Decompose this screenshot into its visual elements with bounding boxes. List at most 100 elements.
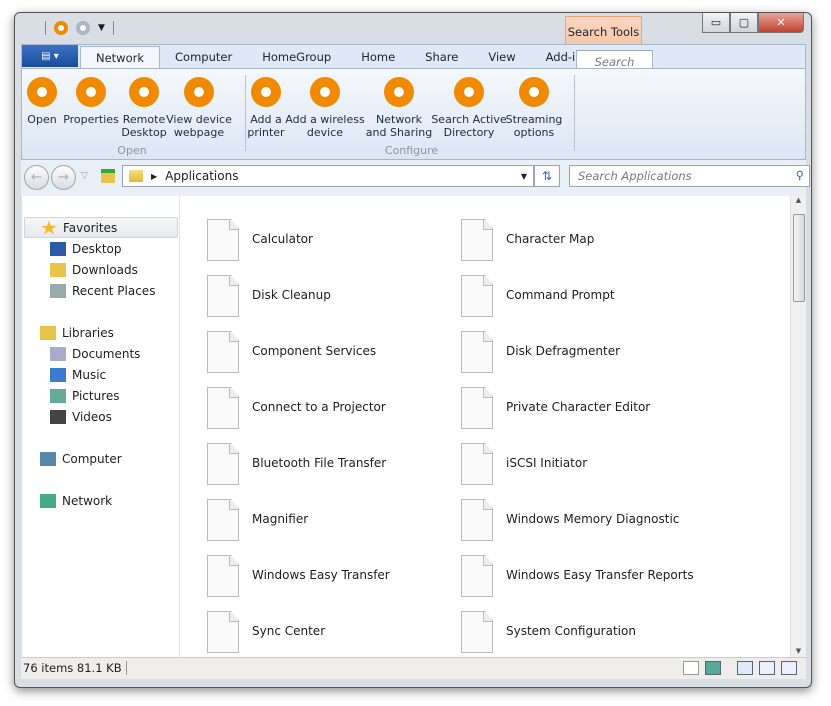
nav-item-label: Libraries	[62, 325, 114, 340]
nav-item-label: Documents	[72, 346, 141, 361]
file-icon	[461, 275, 493, 317]
tab-share[interactable]: Share	[410, 46, 473, 68]
file-icon	[207, 555, 239, 597]
divider	[45, 21, 46, 35]
ribbon-tabs: ▤ ▾ Network Computer HomeGroup Home Share Vie…	[21, 44, 806, 72]
nav-item-videos[interactable]: Videos	[50, 406, 112, 427]
ribbon-button-icon	[454, 77, 484, 107]
nav-item-recent-places[interactable]: Recent Places	[50, 280, 155, 301]
item-label: Sync Center	[252, 624, 326, 638]
music-icon	[50, 367, 66, 382]
pictures-icon	[50, 388, 66, 403]
breadcrumb[interactable]: ▶ Applications ▼	[122, 165, 534, 187]
refresh-button[interactable]: ⇅	[534, 165, 560, 187]
computer-icon	[40, 451, 56, 466]
scroll-thumb[interactable]	[793, 214, 805, 302]
tab-home[interactable]: Home	[346, 46, 410, 68]
tab-computer[interactable]: Computer	[160, 46, 247, 68]
file-list: Calculator Disk Cleanup Component Services…	[180, 196, 790, 657]
item-label: Disk Cleanup	[252, 288, 331, 302]
ribbon-button-icon	[384, 77, 414, 107]
address-dropdown-icon[interactable]: ▼	[521, 172, 527, 181]
configure-add-a-wireless-device-button[interactable]: Add a wireless device	[285, 77, 365, 139]
explorer-window: ▼ Search Tools ▭ ▢ ✕ ▤ ▾ Network Computer…	[14, 12, 812, 688]
qat-properties-icon[interactable]	[54, 21, 68, 35]
thumbnail-view-icon[interactable]	[705, 661, 721, 675]
file-icon	[461, 387, 493, 429]
search-tools-context-label: Search Tools	[565, 16, 642, 46]
libraries-icon	[40, 325, 56, 340]
desktop-icon	[50, 241, 66, 256]
nav-item-computer[interactable]: Computer	[40, 448, 122, 469]
nav-item-favorites[interactable]: Favorites	[24, 217, 178, 238]
details-view-icon[interactable]	[683, 661, 699, 675]
ribbon-button-label: Network and Sharing	[365, 113, 433, 139]
file-icon	[461, 219, 493, 261]
file-icon	[207, 219, 239, 261]
network-icon	[40, 493, 56, 508]
nav-item-music[interactable]: Music	[50, 364, 106, 385]
nav-item-network[interactable]: Network	[40, 490, 112, 511]
item-label: Calculator	[252, 232, 313, 246]
address-bar-area: ← → ▽ ▶ Applications ▼ ⇅ Search Applicat…	[21, 160, 810, 196]
item-label: System Configuration	[506, 624, 636, 638]
documents-icon	[50, 346, 66, 361]
configure-network-and-sharing-button[interactable]: Network and Sharing	[359, 77, 439, 139]
nav-item-documents[interactable]: Documents	[50, 343, 140, 364]
scroll-up-icon[interactable]: ▲	[791, 196, 806, 204]
nav-item-pictures[interactable]: Pictures	[50, 385, 120, 406]
group-divider	[245, 75, 246, 151]
nav-item-label: Favorites	[63, 220, 118, 235]
ribbon-button-icon	[251, 77, 281, 107]
status-text: 76 items 81.1 KB	[23, 661, 127, 675]
item-label: Windows Easy Transfer	[252, 568, 390, 582]
nav-item-desktop[interactable]: Desktop	[50, 238, 122, 259]
quick-access-toolbar: ▼	[45, 21, 114, 35]
qat-newfolder-icon[interactable]	[76, 21, 90, 35]
configure-streaming-options-button[interactable]: Streaming options	[494, 77, 574, 139]
maximize-button[interactable]: ▢	[730, 13, 758, 33]
item-label: iSCSI Initiator	[506, 456, 588, 470]
qat-customize-icon[interactable]: ▼	[98, 23, 105, 33]
item-label: Magnifier	[252, 512, 309, 526]
nav-item-libraries[interactable]: Libraries	[40, 322, 114, 343]
recent-pages-icon[interactable]: ▽	[81, 171, 88, 181]
tab-homegroup[interactable]: HomeGroup	[247, 46, 346, 68]
configure-group-label: Configure	[384, 144, 439, 157]
layout-details-pane-icon[interactable]	[759, 661, 775, 675]
layout-nav-pane-icon[interactable]	[737, 661, 753, 675]
file-icon	[207, 499, 239, 541]
forward-button[interactable]: →	[51, 165, 76, 190]
tab-network[interactable]: Network	[80, 46, 161, 68]
file-menu-button[interactable]: ▤ ▾	[22, 45, 78, 67]
file-icon	[461, 499, 493, 541]
nav-item-label: Desktop	[72, 241, 122, 256]
chevron-right-icon[interactable]: ▶	[151, 172, 157, 181]
favorites-icon	[41, 220, 57, 235]
scroll-down-icon[interactable]: ▼	[791, 647, 806, 655]
ribbon-button-icon	[310, 77, 340, 107]
breadcrumb-applications[interactable]: Applications	[165, 169, 238, 183]
nav-item-downloads[interactable]: Downloads	[50, 259, 138, 280]
file-icon	[207, 331, 239, 373]
group-divider	[574, 75, 575, 151]
videos-icon	[50, 409, 66, 424]
up-folder-icon[interactable]	[101, 169, 115, 183]
tab-view[interactable]: View	[473, 46, 530, 68]
ribbon-button-label: Add a wireless device	[285, 113, 365, 139]
item-label: Bluetooth File Transfer	[252, 456, 387, 470]
ribbon: Open Properties Remote Desktop View device …	[21, 68, 806, 160]
vertical-scrollbar[interactable]: ▲ ▼	[790, 196, 806, 657]
search-icon[interactable]: ⚲	[796, 168, 804, 182]
nav-item-label: Downloads	[72, 262, 138, 277]
search-placeholder: Search Applications	[578, 169, 692, 183]
layout-preview-pane-icon[interactable]	[781, 661, 797, 675]
back-button[interactable]: ←	[24, 165, 49, 190]
downloads-icon	[50, 262, 66, 277]
file-icon	[461, 331, 493, 373]
close-button[interactable]: ✕	[758, 13, 804, 33]
minimize-button[interactable]: ▭	[702, 13, 730, 33]
ribbon-button-icon	[519, 77, 549, 107]
item-label: Character Map	[506, 232, 595, 246]
search-input[interactable]: Search Applications ⚲	[569, 165, 810, 187]
